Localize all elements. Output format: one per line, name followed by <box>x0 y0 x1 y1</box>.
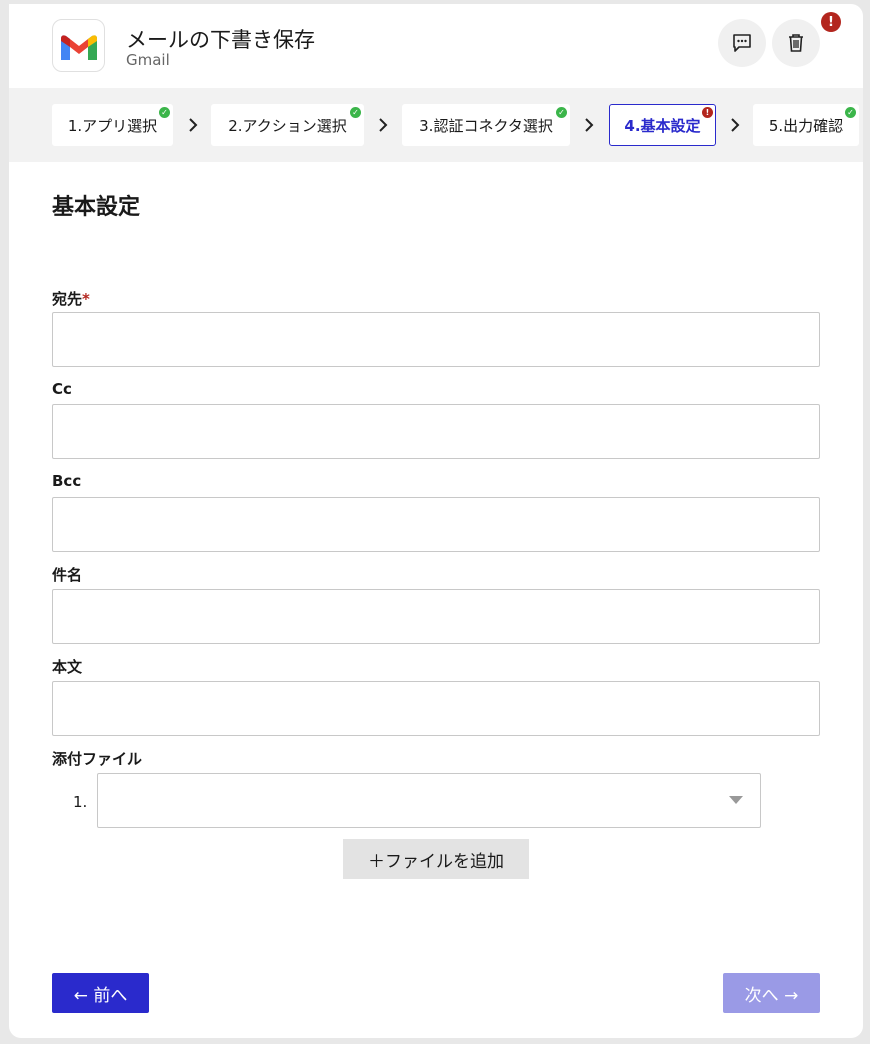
check-icon: ✓ <box>556 107 567 118</box>
comment-button[interactable] <box>718 19 766 67</box>
body-label: 本文 <box>52 658 83 676</box>
trash-icon <box>789 34 803 52</box>
comment-icon <box>733 34 751 52</box>
header: メールの下書き保存 Gmail <box>9 4 863 88</box>
step-action-select[interactable]: 2.アクション選択 ✓ <box>211 104 364 146</box>
attachment-select[interactable] <box>97 773 761 828</box>
chevron-right-icon <box>585 118 594 132</box>
main-panel: メールの下書き保存 Gmail 1.アプリ選択 ✓ 2.アクション選択 ✓ 3.… <box>9 4 863 1038</box>
step-label: 3.認証コネクタ選択 <box>419 116 553 135</box>
error-icon: ! <box>702 107 713 118</box>
stepper: 1.アプリ選択 ✓ 2.アクション選択 ✓ 3.認証コネクタ選択 ✓ 4.基本設… <box>9 88 863 162</box>
attachments-label: 添付ファイル <box>52 750 143 768</box>
chevron-down-icon <box>729 796 743 804</box>
step-app-select[interactable]: 1.アプリ選択 ✓ <box>52 104 173 146</box>
cc-label: Cc <box>52 380 72 398</box>
delete-button[interactable] <box>772 19 820 67</box>
step-connector-select[interactable]: 3.認証コネクタ選択 ✓ <box>402 104 570 146</box>
bcc-input[interactable] <box>52 497 820 552</box>
body-input[interactable] <box>52 681 820 736</box>
step-output-confirm[interactable]: 5.出力確認 ✓ <box>753 104 859 146</box>
to-input[interactable] <box>52 312 820 367</box>
chevron-right-icon <box>731 118 740 132</box>
app-name: Gmail <box>126 51 170 69</box>
chevron-right-icon <box>189 118 198 132</box>
add-attachment-button[interactable]: ＋ファイルを追加 <box>343 839 529 879</box>
cc-input[interactable] <box>52 404 820 459</box>
subject-input[interactable] <box>52 589 820 644</box>
chevron-right-icon <box>379 118 388 132</box>
bcc-label: Bcc <box>52 472 82 490</box>
gmail-logo-icon <box>52 19 105 72</box>
attachment-item-number: 1. <box>73 793 88 811</box>
section-title: 基本設定 <box>52 195 141 220</box>
step-label: 4.基本設定 <box>624 116 701 135</box>
page-title: メールの下書き保存 <box>126 28 315 52</box>
required-mark: * <box>82 290 90 308</box>
step-label: 5.出力確認 <box>768 116 844 135</box>
to-label: 宛先* <box>52 290 90 308</box>
subject-label: 件名 <box>52 566 83 584</box>
step-label: 1.アプリ選択 <box>67 116 158 135</box>
alert-badge: ! <box>821 12 841 32</box>
check-icon: ✓ <box>159 107 170 118</box>
step-label: 2.アクション選択 <box>228 116 347 135</box>
check-icon: ✓ <box>845 107 856 118</box>
next-button[interactable]: 次へ → <box>723 973 820 1013</box>
step-basic-settings[interactable]: 4.基本設定 ! <box>609 104 716 146</box>
check-icon: ✓ <box>350 107 361 118</box>
prev-button[interactable]: ← 前へ <box>52 973 149 1013</box>
